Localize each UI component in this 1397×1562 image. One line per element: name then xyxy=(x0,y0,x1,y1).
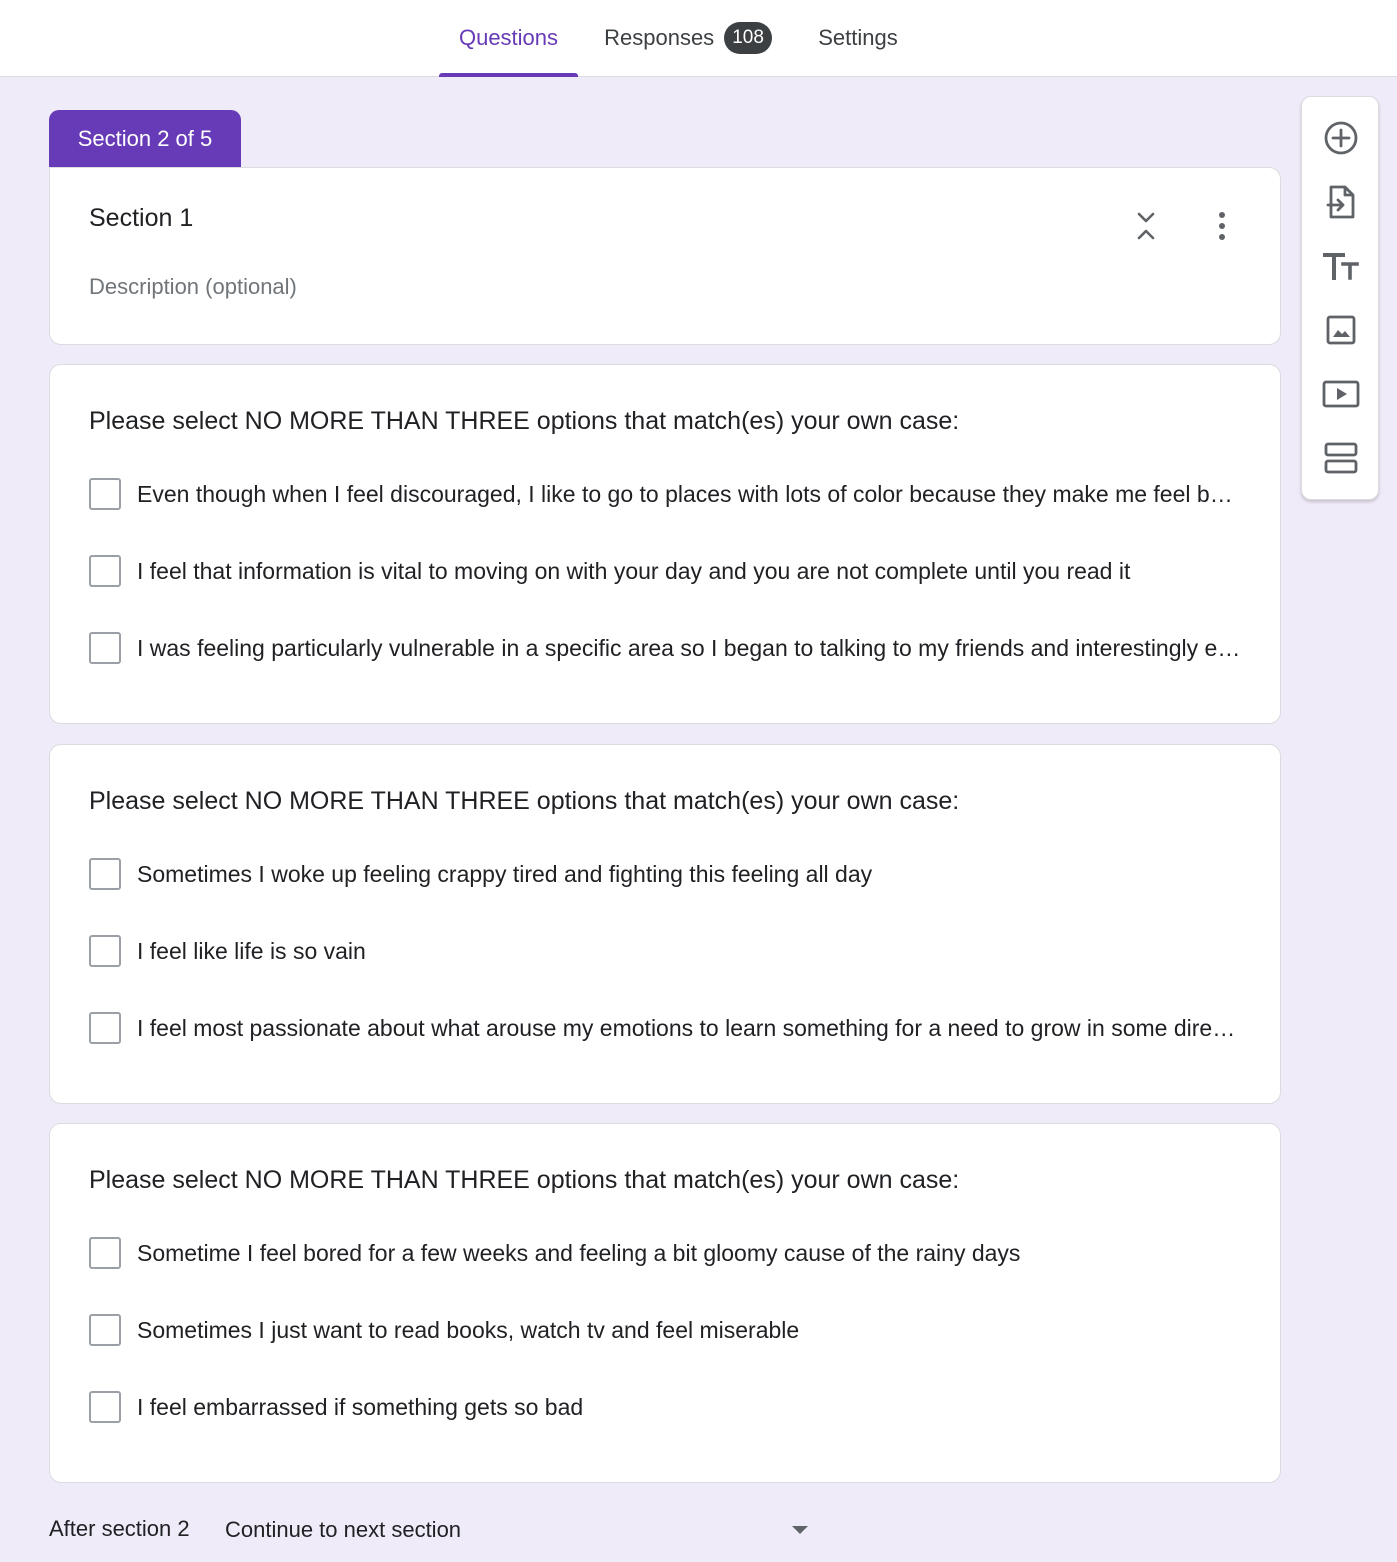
collapse-icon xyxy=(1137,212,1155,240)
video-icon xyxy=(1322,380,1360,408)
image-icon xyxy=(1326,315,1356,345)
checkbox[interactable] xyxy=(89,1391,121,1423)
dropdown-arrow-icon xyxy=(792,1526,808,1534)
tab-questions-label: Questions xyxy=(458,25,559,50)
option-label: Sometime I feel bored for a few weeks an… xyxy=(137,1239,1021,1266)
tab-responses-label: Responses xyxy=(604,25,715,50)
tab-questions[interactable]: Questions xyxy=(439,0,578,77)
checkbox[interactable] xyxy=(89,1237,121,1269)
option-label: I feel that information is vital to movi… xyxy=(137,557,1131,584)
checkbox[interactable] xyxy=(89,478,121,510)
question-title: Please select NO MORE THAN THREE options… xyxy=(89,787,960,815)
checkbox[interactable] xyxy=(89,858,121,890)
after-section-label: After section 2 xyxy=(49,1516,190,1541)
section-title[interactable]: Section 1 xyxy=(89,204,193,233)
top-tab-bar: Questions Responses 108 Settings xyxy=(0,0,1397,77)
checkbox[interactable] xyxy=(89,1314,121,1346)
import-questions-icon xyxy=(1326,185,1355,219)
checkbox-option[interactable]: I was feeling particularly vulnerable in… xyxy=(89,628,1244,668)
add-title-button[interactable] xyxy=(1321,246,1361,286)
import-questions-button[interactable] xyxy=(1321,182,1361,222)
tab-settings[interactable]: Settings xyxy=(804,0,912,76)
section-description-field[interactable]: Description (optional) xyxy=(89,274,297,300)
question-title: Please select NO MORE THAN THREE options… xyxy=(89,407,960,435)
collapse-section-button[interactable] xyxy=(1130,206,1162,246)
add-section-button[interactable] xyxy=(1321,438,1361,478)
section-icon xyxy=(1324,442,1358,474)
checkbox-option[interactable]: Even though when I feel discouraged, I l… xyxy=(89,474,1244,514)
add-video-button[interactable] xyxy=(1321,374,1361,414)
option-label: I feel embarrassed if something gets so … xyxy=(137,1393,584,1420)
add-image-button[interactable] xyxy=(1321,310,1361,350)
checkbox-option[interactable]: I feel most passionate about what arouse… xyxy=(89,1008,1244,1048)
checkbox[interactable] xyxy=(89,935,121,967)
add-question-button[interactable] xyxy=(1321,118,1361,158)
option-label: Even though when I feel discouraged, I l… xyxy=(137,480,1244,507)
checkbox-option[interactable]: I feel like life is so vain xyxy=(89,931,1244,971)
floating-toolbar xyxy=(1301,96,1379,500)
tab-responses[interactable]: Responses 108 xyxy=(588,0,788,76)
checkbox[interactable] xyxy=(89,632,121,664)
section-label: Section 2 of 5 xyxy=(49,110,241,167)
checkbox-option[interactable]: Sometimes I just want to read books, wat… xyxy=(89,1310,1244,1350)
option-label: Sometimes I woke up feeling crappy tired… xyxy=(137,860,873,887)
after-section-value: Continue to next section xyxy=(225,1517,462,1542)
option-label: I feel most passionate about what arouse… xyxy=(137,1014,1244,1041)
responses-count-badge: 108 xyxy=(724,22,772,54)
checkbox[interactable] xyxy=(89,1012,121,1044)
question-card[interactable]: Please select NO MORE THAN THREE options… xyxy=(49,744,1281,1104)
checkbox[interactable] xyxy=(89,555,121,587)
option-label: I feel like life is so vain xyxy=(137,937,366,964)
checkbox-option[interactable]: Sometimes I woke up feeling crappy tired… xyxy=(89,854,1244,894)
section-header-card[interactable]: Section 1 Description (optional) xyxy=(49,167,1281,345)
checkbox-option[interactable]: I feel embarrassed if something gets so … xyxy=(89,1387,1244,1427)
question-card[interactable]: Please select NO MORE THAN THREE options… xyxy=(49,364,1281,724)
after-section-dropdown[interactable]: Continue to next section xyxy=(225,1508,815,1552)
title-text-icon xyxy=(1323,253,1359,280)
option-label: Sometimes I just want to read books, wat… xyxy=(137,1316,800,1343)
checkbox-option[interactable]: Sometime I feel bored for a few weeks an… xyxy=(89,1233,1244,1273)
section-more-options-button[interactable] xyxy=(1208,206,1236,246)
add-circle-icon xyxy=(1324,121,1358,155)
more-vert-icon xyxy=(1219,212,1225,240)
option-label: I was feeling particularly vulnerable in… xyxy=(137,634,1244,661)
question-title: Please select NO MORE THAN THREE options… xyxy=(89,1166,960,1194)
tab-settings-label: Settings xyxy=(818,25,898,50)
question-card[interactable]: Please select NO MORE THAN THREE options… xyxy=(49,1123,1281,1483)
checkbox-option[interactable]: I feel that information is vital to movi… xyxy=(89,551,1244,591)
